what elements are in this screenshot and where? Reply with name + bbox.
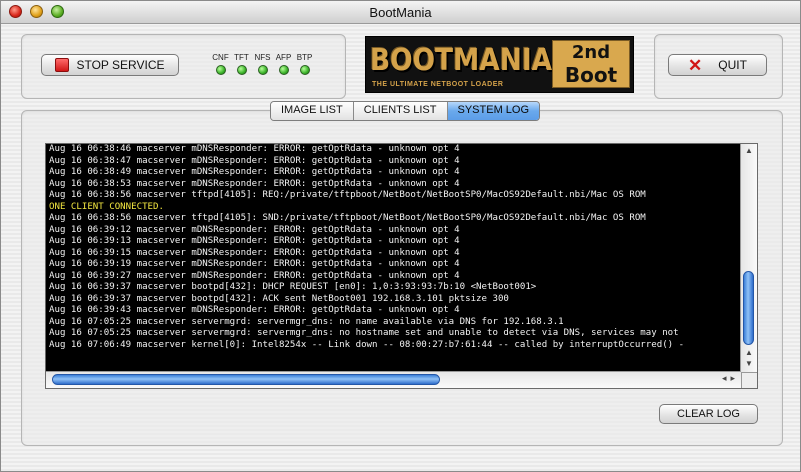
green-led-icon: [236, 65, 247, 75]
scroll-up-arrow-icon[interactable]: ▲: [741, 146, 757, 155]
badge-line-2: Boot: [564, 63, 618, 87]
log-line: Aug 16 06:39:37 macserver bootpd[432]: A…: [49, 293, 509, 304]
log-line: Aug 16 06:39:37 macserver bootpd[432]: D…: [49, 282, 537, 292]
bootmania-logo: BOOTMANIA THE ULTIMATE NETBOOT LOADER 2n…: [365, 36, 634, 93]
clear-log-label: CLEAR LOG: [677, 408, 740, 420]
horizontal-scroll-arrows-icon[interactable]: ◂▸: [722, 373, 739, 384]
log-line: Aug 16 06:38:49 macserver mDNSResponder:…: [49, 167, 460, 177]
stop-icon: [55, 58, 70, 72]
scroll-corner: [741, 372, 757, 388]
log-line: Aug 16 06:39:43 macserver mDNSResponder:…: [49, 305, 460, 315]
log-line: Aug 16 07:05:25 macserver servermgrd: se…: [49, 316, 564, 327]
log-line: Aug 16 06:39:19 macserver mDNSResponder:…: [49, 259, 460, 269]
tab-clients-list[interactable]: CLIENTS LIST: [353, 102, 448, 120]
status-led-cnf: CNF: [210, 53, 231, 75]
log-text-area[interactable]: Aug 16 06:38:46 macserver mDNSResponder:…: [49, 144, 739, 372]
log-line: Aug 16 06:38:56 macserver tftpd[4105]: R…: [49, 190, 646, 200]
log-line: Aug 16 06:39:15 macserver mDNSResponder:…: [49, 247, 460, 258]
tab-system-log[interactable]: SYSTEM LOG: [447, 102, 540, 120]
stop-service-label: STOP SERVICE: [76, 58, 165, 72]
log-line: Aug 16 06:38:47 macserver mDNSResponder:…: [49, 155, 460, 166]
scroll-down-arrow-icon[interactable]: ▼: [741, 359, 757, 368]
stop-service-button[interactable]: STOP SERVICE: [41, 54, 179, 76]
status-led-label: CNF: [212, 53, 229, 62]
badge-line-1: 2nd: [571, 42, 611, 63]
window-title: BootMania: [369, 5, 432, 20]
status-led-label: TFT: [234, 53, 249, 62]
tab-image-list[interactable]: IMAGE LIST: [271, 102, 354, 120]
status-led-label: BTP: [296, 53, 313, 62]
title-bar: BootMania: [1, 1, 800, 24]
green-led-icon: [257, 65, 268, 75]
log-line: Aug 16 06:38:56 macserver tftpd[4105]: S…: [49, 213, 646, 223]
clear-log-button[interactable]: CLEAR LOG: [659, 404, 758, 424]
log-line: Aug 16 06:39:27 macserver mDNSResponder:…: [49, 270, 460, 281]
status-led-afp: AFP: [273, 53, 294, 75]
quit-label: QUIT: [718, 58, 747, 72]
log-line: Aug 16 07:05:25 macserver servermgrd: se…: [49, 328, 679, 338]
green-led-icon: [299, 65, 310, 75]
status-led-label: NFS: [254, 53, 271, 62]
log-horizontal-scroll-thumb[interactable]: [52, 374, 440, 385]
tab-bar: IMAGE LIST CLIENTS LIST SYSTEM LOG: [270, 101, 541, 121]
quit-button[interactable]: ✕ QUIT: [668, 54, 767, 76]
status-led-label: AFP: [275, 53, 292, 62]
log-line: Aug 16 06:39:12 macserver mDNSResponder:…: [49, 224, 460, 235]
close-icon: ✕: [688, 55, 703, 75]
bootmania-window: BootMania STOP SERVICE CNF TFT NFS AFP BTP B…: [0, 0, 801, 472]
status-leds: CNF TFT NFS AFP BTP: [210, 53, 315, 75]
log-line: ONE CLIENT CONNECTED.: [49, 201, 164, 212]
log-horizontal-scrollbar[interactable]: ◂▸: [46, 371, 741, 388]
log-line: Aug 16 07:06:49 macserver kernel[0]: Int…: [49, 339, 685, 350]
green-led-icon: [215, 65, 226, 75]
log-line: Aug 16 06:39:13 macserver mDNSResponder:…: [49, 236, 460, 246]
scroll-up-arrow-icon-lower[interactable]: ▲: [741, 348, 757, 357]
logo-badge: 2nd Boot: [552, 40, 630, 88]
log-line: Aug 16 06:38:53 macserver mDNSResponder:…: [49, 178, 460, 189]
status-led-nfs: NFS: [252, 53, 273, 75]
green-led-icon: [278, 65, 289, 75]
log-vertical-scrollbar[interactable]: ▲ ▲ ▼: [740, 144, 757, 372]
system-log-view[interactable]: Aug 16 06:38:46 macserver mDNSResponder:…: [45, 143, 758, 389]
logo-main-text: BOOTMANIA: [370, 43, 553, 78]
status-led-tft: TFT: [231, 53, 252, 75]
log-line: Aug 16 06:38:46 macserver mDNSResponder:…: [49, 144, 460, 154]
logo-subtitle: THE ULTIMATE NETBOOT LOADER: [372, 81, 504, 88]
log-vertical-scroll-thumb[interactable]: [743, 271, 754, 345]
status-led-btp: BTP: [294, 53, 315, 75]
